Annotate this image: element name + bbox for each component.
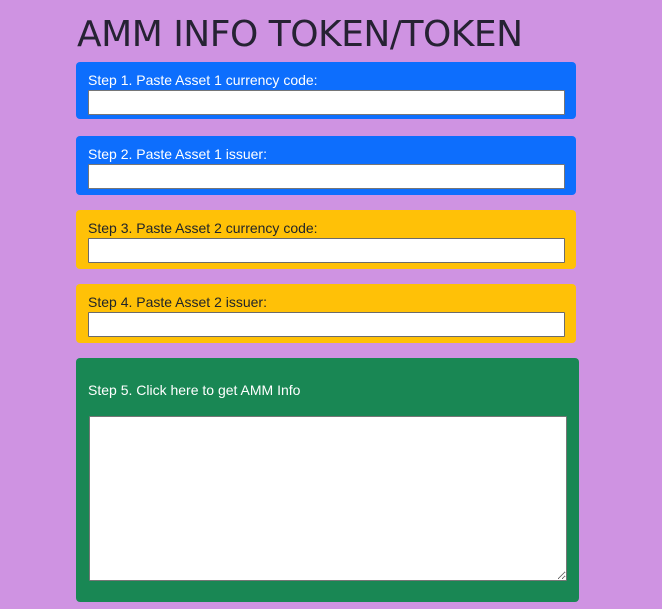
asset-2-currency-code-label: Step 3. Paste Asset 2 currency code: (88, 220, 318, 236)
asset-1-issuer-input[interactable] (88, 164, 565, 189)
asset-1-issuer-label: Step 2. Paste Asset 1 issuer: (88, 146, 267, 162)
page-title: AMM INFO TOKEN/TOKEN (77, 14, 523, 55)
get-amm-info-button[interactable]: Step 5. Click here to get AMM Info (88, 382, 300, 398)
asset-2-currency-code-input[interactable] (88, 238, 565, 263)
get-amm-info-card[interactable]: Step 5. Click here to get AMM Info (76, 358, 579, 602)
amm-info-output[interactable] (89, 416, 567, 581)
step-3-card: Step 3. Paste Asset 2 currency code: (76, 210, 576, 269)
asset-1-currency-code-label: Step 1. Paste Asset 1 currency code: (88, 72, 318, 88)
step-4-card: Step 4. Paste Asset 2 issuer: (76, 284, 576, 343)
step-2-card: Step 2. Paste Asset 1 issuer: (76, 136, 576, 195)
asset-1-currency-code-input[interactable] (88, 90, 565, 115)
asset-2-issuer-label: Step 4. Paste Asset 2 issuer: (88, 294, 267, 310)
step-1-card: Step 1. Paste Asset 1 currency code: (76, 62, 576, 119)
asset-2-issuer-input[interactable] (88, 312, 565, 337)
